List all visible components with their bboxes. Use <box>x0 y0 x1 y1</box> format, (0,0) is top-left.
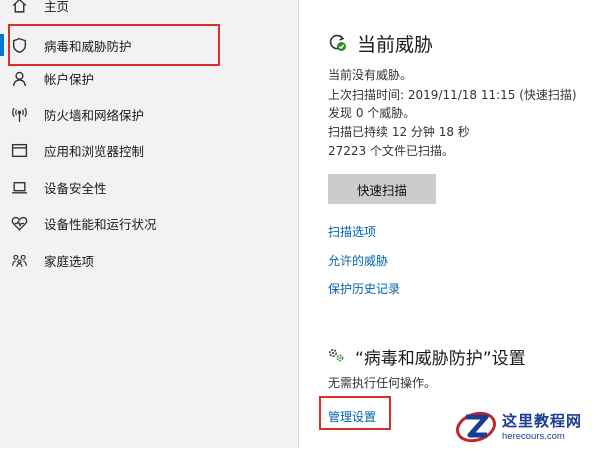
active-indicator <box>0 34 4 56</box>
sidebar-item-label: 家庭选项 <box>44 253 95 269</box>
scan-options-link[interactable]: 扫描选项 <box>328 223 376 240</box>
sidebar-item-firewall[interactable]: 防火墙和网络保护 <box>0 97 298 131</box>
sidebar-item-app-browser-control[interactable]: 应用和浏览器控制 <box>0 133 298 167</box>
threats-found-text: 发现 0 个威胁。 <box>328 106 416 120</box>
sidebar-item-device-security[interactable]: 设备安全性 <box>0 170 298 204</box>
main-pane: 当前威胁 当前没有威胁。 上次扫描时间: 2019/11/18 11:15 (快… <box>299 0 599 448</box>
watermark: 这里教程网 herecours.com <box>452 404 599 448</box>
sidebar-item-label: 主页 <box>44 0 70 14</box>
sidebar-item-label: 设备性能和运行状况 <box>44 216 157 232</box>
sidebar-item-label: 帐户保护 <box>44 71 95 87</box>
no-threats-text: 当前没有威胁。 <box>328 68 413 82</box>
scan-duration-text: 扫描已持续 12 分钟 18 秒 <box>328 125 470 139</box>
laptop-icon <box>10 178 28 196</box>
watermark-url: herecours.com <box>502 431 565 442</box>
protection-history-link[interactable]: 保护历史记录 <box>328 280 400 297</box>
current-threats-title: 当前威胁 <box>357 34 434 56</box>
family-icon <box>10 251 28 269</box>
home-icon <box>10 0 28 14</box>
highlight-box <box>8 24 220 66</box>
watermark-name: 这里教程网 <box>502 412 583 430</box>
sidebar-item-device-performance[interactable]: 设备性能和运行状况 <box>0 206 298 240</box>
watermark-logo-icon <box>454 405 498 447</box>
person-icon <box>10 69 28 87</box>
sidebar: 主页 病毒和威胁防护 帐户保护 防火墙和网络保护 应用和浏览器控制 设备安全性 <box>0 0 299 448</box>
wifi-antenna-icon <box>10 105 28 123</box>
sidebar-item-account-protection[interactable]: 帐户保护 <box>0 61 298 95</box>
refresh-check-icon <box>327 32 347 56</box>
sidebar-item-label: 防火墙和网络保护 <box>44 107 145 123</box>
sidebar-item-home[interactable]: 主页 <box>0 0 298 22</box>
heart-pulse-icon <box>10 214 28 232</box>
last-scan-text: 上次扫描时间: 2019/11/18 11:15 (快速扫描) <box>328 88 577 102</box>
sidebar-item-label: 应用和浏览器控制 <box>44 143 145 159</box>
files-scanned-text: 27223 个文件已扫描。 <box>328 144 454 158</box>
highlight-box <box>319 396 391 430</box>
quick-scan-button[interactable]: 快速扫描 <box>328 174 436 204</box>
gears-icon <box>327 346 347 368</box>
settings-header: “病毒和威胁防护”设置 <box>327 344 526 369</box>
browser-window-icon <box>10 141 28 159</box>
no-action-text: 无需执行任何操作。 <box>328 376 437 390</box>
current-threats-header: 当前威胁 <box>327 30 433 57</box>
sidebar-item-family-options[interactable]: 家庭选项 <box>0 243 298 277</box>
allowed-threats-link[interactable]: 允许的威胁 <box>328 252 388 269</box>
settings-title: “病毒和威胁防护”设置 <box>355 349 526 369</box>
sidebar-item-label: 设备安全性 <box>44 180 107 196</box>
